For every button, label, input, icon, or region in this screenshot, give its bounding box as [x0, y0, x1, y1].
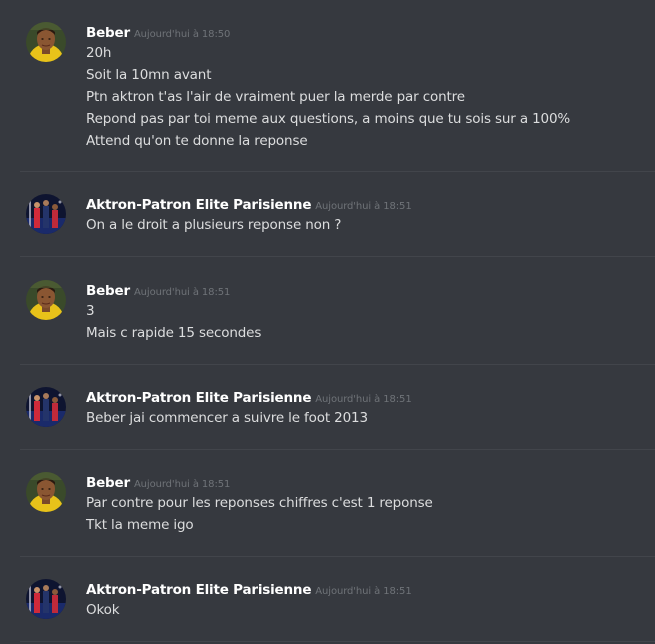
message-line: Attend qu'on te donne la reponse — [86, 133, 308, 149]
message-line: Tkt la meme igo — [86, 517, 194, 533]
message-header: Aktron-Patron Elite Parisienne Aujourd'hu… — [86, 387, 412, 406]
message-line: Par contre pour les reponses chiffres c'… — [86, 495, 433, 511]
message-divider — [20, 449, 655, 450]
timestamp[interactable]: Aujourd'hui à 18:51 — [315, 201, 411, 212]
user-avatar[interactable] — [26, 22, 66, 62]
timestamp[interactable]: Aujourd'hui à 18:51 — [134, 479, 230, 490]
user-avatar[interactable] — [26, 472, 66, 512]
aktron-avatar-icon — [26, 194, 66, 234]
username[interactable]: Aktron-Patron Elite Parisienne — [86, 390, 311, 406]
message-line: Okok — [86, 602, 120, 618]
message-line: Soit la 10mn avant — [86, 67, 212, 83]
aktron-avatar-icon — [26, 579, 66, 619]
user-avatar[interactable] — [26, 387, 66, 427]
message-header: Aktron-Patron Elite Parisienne Aujourd'hu… — [86, 194, 412, 213]
message-divider — [20, 364, 655, 365]
message-content: Beber jai commencer a suivre le foot 201… — [86, 407, 368, 429]
message-header: Aktron-Patron Elite Parisienne Aujourd'hu… — [86, 579, 412, 598]
message-divider — [20, 641, 655, 642]
username[interactable]: Aktron-Patron Elite Parisienne — [86, 582, 311, 598]
message-header: Beber Aujourd'hui à 18:50 — [86, 22, 230, 41]
user-avatar[interactable] — [26, 194, 66, 234]
message-content: On a le droit a plusieurs reponse non ? — [86, 214, 341, 236]
beber-avatar-icon — [26, 472, 66, 512]
message-content: 3 Mais c rapide 15 secondes — [86, 300, 261, 344]
username[interactable]: Beber — [86, 475, 130, 491]
timestamp[interactable]: Aujourd'hui à 18:51 — [134, 287, 230, 298]
message-divider — [20, 256, 655, 257]
message-content: Okok — [86, 599, 120, 621]
message-header: Beber Aujourd'hui à 18:51 — [86, 472, 230, 491]
message-line: 3 — [86, 303, 95, 319]
message-line: Beber jai commencer a suivre le foot 201… — [86, 410, 368, 426]
beber-avatar-icon — [26, 22, 66, 62]
message-divider — [20, 171, 655, 172]
username[interactable]: Aktron-Patron Elite Parisienne — [86, 197, 311, 213]
aktron-avatar-icon — [26, 387, 66, 427]
username[interactable]: Beber — [86, 25, 130, 41]
message-line: Mais c rapide 15 secondes — [86, 325, 262, 341]
message-line: 20h — [86, 45, 112, 61]
message-divider — [20, 556, 655, 557]
message-line: On a le droit a plusieurs reponse non ? — [86, 217, 342, 233]
timestamp[interactable]: Aujourd'hui à 18:51 — [315, 586, 411, 597]
message-content: Par contre pour les reponses chiffres c'… — [86, 492, 433, 536]
timestamp[interactable]: Aujourd'hui à 18:51 — [315, 394, 411, 405]
chat-messages: Beber Aujourd'hui à 18:50 20h Soit la 10m… — [0, 0, 655, 644]
username[interactable]: Beber — [86, 283, 130, 299]
message-header: Beber Aujourd'hui à 18:51 — [86, 280, 230, 299]
timestamp[interactable]: Aujourd'hui à 18:50 — [134, 29, 230, 40]
message-line: Ptn aktron t'as l'air de vraiment puer l… — [86, 89, 465, 105]
user-avatar[interactable] — [26, 579, 66, 619]
message-content: 20h Soit la 10mn avant Ptn aktron t'as l… — [86, 42, 570, 152]
user-avatar[interactable] — [26, 280, 66, 320]
message-line: Repond pas par toi meme aux questions, a… — [86, 111, 571, 127]
beber-avatar-icon — [26, 280, 66, 320]
